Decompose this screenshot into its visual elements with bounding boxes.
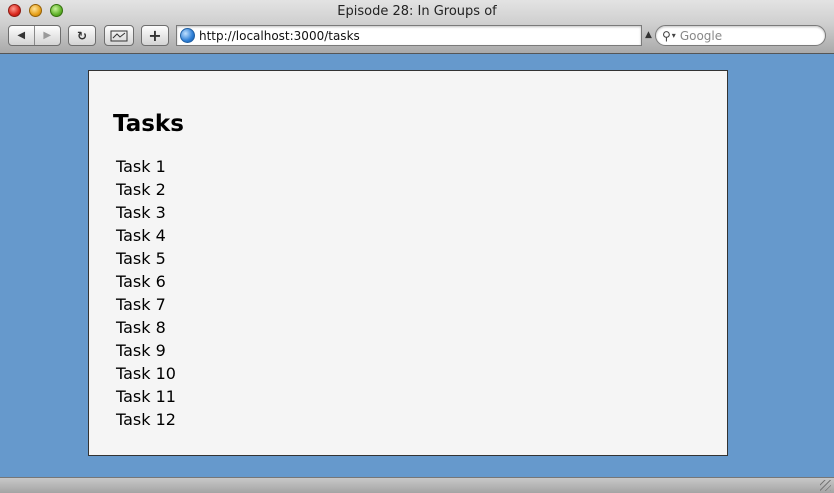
task-item: Task 7 (116, 295, 166, 314)
search-dropdown-icon[interactable]: ▾ (672, 31, 676, 40)
resize-grip-icon[interactable] (820, 480, 831, 491)
reload-icon: ↻ (76, 28, 88, 43)
site-globe-icon (180, 28, 195, 43)
reload-button[interactable]: ↻ (68, 25, 96, 46)
task-item: Task 11 (116, 387, 176, 406)
task-item: Task 6 (116, 272, 166, 291)
back-button[interactable]: ◀ (9, 26, 35, 45)
task-item: Task 3 (116, 203, 166, 222)
page-title: Tasks (113, 111, 184, 137)
task-item: Task 5 (116, 249, 166, 268)
task-item: Task 8 (116, 318, 166, 337)
page-content: Tasks Task 1 Task 2 Task 3 Task 4 Task 5… (88, 70, 728, 456)
window-title: Episode 28: In Groups of (337, 4, 497, 19)
task-item: Task 12 (116, 410, 176, 429)
search-icon: ⚲ (662, 28, 671, 43)
snapback-icon (110, 30, 128, 41)
snapback-button[interactable] (104, 25, 134, 46)
add-bookmark-button[interactable]: + (141, 25, 169, 46)
task-item: Task 10 (116, 364, 176, 383)
task-item: Task 2 (116, 180, 166, 199)
status-bar (0, 477, 834, 493)
url-text[interactable]: http://localhost:3000/tasks (199, 29, 360, 43)
address-dropdown-icon[interactable]: ▲ (645, 30, 652, 40)
back-arrow-icon: ◀ (17, 30, 26, 41)
search-input[interactable] (679, 28, 800, 43)
back-forward-group: ◀ ▶ (8, 25, 61, 46)
task-item: Task 4 (116, 226, 166, 245)
search-field[interactable]: ⚲ ▾ (655, 25, 826, 46)
forward-arrow-icon: ▶ (43, 30, 52, 41)
task-list: Task 1 Task 2 Task 3 Task 4 Task 5 Task … (116, 155, 176, 431)
browser-toolbar: Episode 28: In Groups of ◀ ▶ ↻ + http://… (0, 0, 834, 54)
address-bar[interactable]: http://localhost:3000/tasks (176, 25, 642, 46)
task-item: Task 9 (116, 341, 166, 360)
task-item: Task 1 (116, 157, 166, 176)
forward-button[interactable]: ▶ (35, 26, 60, 45)
plus-icon: + (148, 26, 162, 45)
